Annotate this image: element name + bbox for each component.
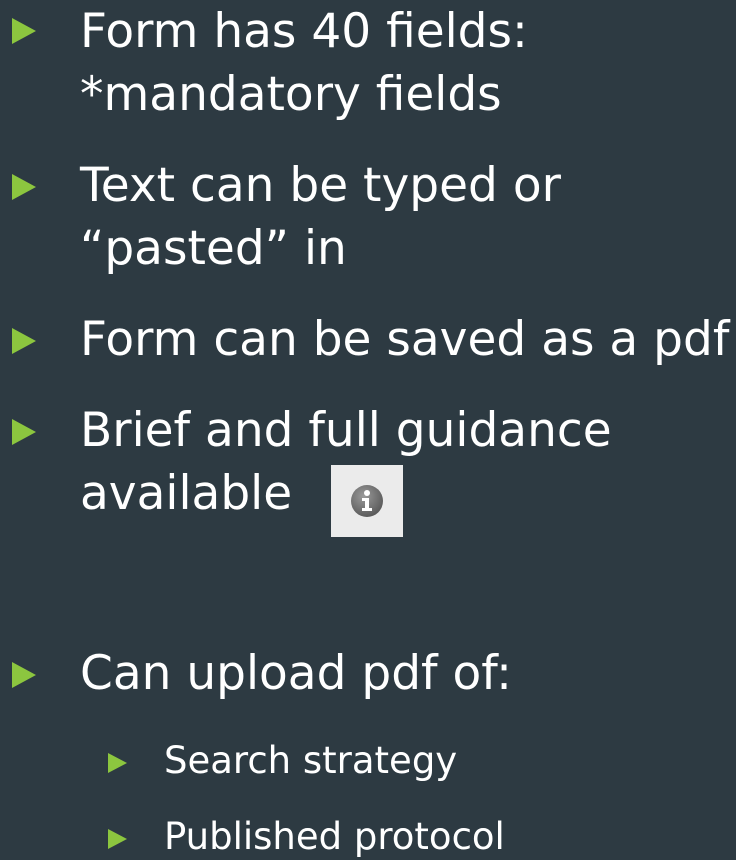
bullet-text-line: Text can be typed or	[80, 158, 561, 213]
info-icon-button[interactable]	[331, 465, 403, 537]
bullet-text-line: available	[80, 466, 293, 521]
info-icon	[351, 485, 383, 517]
bullet-marker	[12, 328, 36, 354]
bullet-marker	[12, 18, 36, 44]
subbullet-marker	[108, 753, 127, 773]
subbullet-marker	[108, 829, 127, 849]
bullet-text-line: Form can be saved as a pdf	[80, 312, 730, 367]
subbullet-text: Search strategy	[164, 739, 458, 782]
bullet-text-line: “pasted” in	[80, 221, 347, 276]
bullet-marker	[12, 174, 36, 200]
bullet-text-line: *mandatory fields	[80, 67, 502, 122]
bullet-marker	[12, 419, 36, 445]
subbullet-text: Published protocol	[164, 815, 505, 858]
bullet-text-line: Brief and full guidance	[80, 403, 612, 458]
bullet-text-line: Can upload pdf of:	[80, 646, 512, 701]
bullet-text-line: Form has 40 fields:	[80, 4, 528, 59]
bullet-marker	[12, 662, 36, 688]
